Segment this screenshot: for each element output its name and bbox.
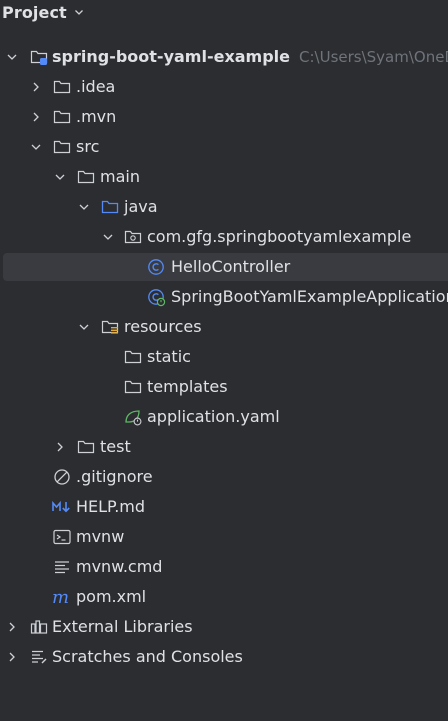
chevron-right-icon[interactable]	[29, 110, 43, 124]
tree-item-test[interactable]: test	[0, 432, 448, 462]
tree-item-idea[interactable]: .idea	[0, 72, 448, 102]
spring-yaml-icon	[123, 407, 143, 427]
tree-item-hello-controller[interactable]: HelloController	[0, 252, 448, 282]
tree-item-label: .idea	[76, 77, 116, 96]
folder-icon	[52, 137, 72, 157]
tree-item-label: HELP.md	[76, 497, 146, 516]
spring-boot-class-icon	[146, 287, 166, 307]
chevron-down-icon[interactable]	[53, 170, 67, 184]
module-folder-icon	[29, 47, 49, 67]
chevron-down-icon[interactable]	[73, 6, 85, 18]
tree-item-label: External Libraries	[52, 617, 193, 636]
tree-item-label: spring-boot-yaml-example C:\Users\Syam\On…	[52, 47, 448, 67]
tree-item-src[interactable]: src	[0, 132, 448, 162]
source-folder-icon	[100, 197, 120, 217]
root-module-name: spring-boot-yaml-example	[52, 47, 291, 66]
chevron-right-icon[interactable]	[5, 620, 19, 634]
tree-item-scratches[interactable]: Scratches and Consoles	[0, 642, 448, 672]
package-icon	[123, 227, 143, 247]
panel-title: Project	[2, 2, 67, 22]
tree-item-label: templates	[147, 377, 228, 396]
scratches-icon	[29, 647, 49, 667]
tree-item-root-module[interactable]: spring-boot-yaml-example C:\Users\Syam\On…	[0, 42, 448, 72]
chevron-right-icon[interactable]	[29, 80, 43, 94]
tree-item-label: application.yaml	[147, 407, 280, 426]
folder-icon	[76, 437, 96, 457]
gitignore-icon	[52, 467, 72, 487]
chevron-down-icon[interactable]	[29, 140, 43, 154]
folder-icon	[52, 107, 72, 127]
tree-item-static[interactable]: static	[0, 342, 448, 372]
tree-item-label: mvnw	[76, 527, 125, 546]
chevron-down-icon[interactable]	[77, 320, 91, 334]
tree-item-label: src	[76, 137, 100, 156]
project-tool-window: Project spring-boot-yaml-example C:\Users…	[0, 0, 448, 721]
shell-script-icon	[52, 527, 72, 547]
folder-icon	[52, 77, 72, 97]
tree-item-mvn[interactable]: .mvn	[0, 102, 448, 132]
tree-item-label: mvnw.cmd	[76, 557, 163, 576]
tree-item-label: SpringBootYamlExampleApplication	[171, 287, 448, 306]
tree-item-mvnw[interactable]: mvnw	[0, 522, 448, 552]
libraries-icon	[29, 617, 49, 637]
resources-folder-icon	[100, 317, 120, 337]
chevron-right-icon[interactable]	[53, 440, 67, 454]
tree-item-label: java	[124, 197, 158, 216]
tree-item-main[interactable]: main	[0, 162, 448, 192]
tree-item-java[interactable]: java	[0, 192, 448, 222]
text-file-icon	[52, 557, 72, 577]
maven-icon: m	[52, 587, 72, 607]
folder-icon	[123, 347, 143, 367]
root-module-path: C:\Users\Syam\OneD	[299, 48, 448, 66]
tree-item-templates[interactable]: templates	[0, 372, 448, 402]
tree-item-label: .mvn	[76, 107, 117, 126]
tree-item-label: pom.xml	[76, 587, 147, 606]
tree-item-label: .gitignore	[76, 467, 153, 486]
tree-item-external-libraries[interactable]: External Libraries	[0, 612, 448, 642]
project-panel-header[interactable]: Project	[0, 0, 448, 24]
tree-item-label: resources	[124, 317, 202, 336]
tree-item-label: test	[100, 437, 131, 456]
folder-icon	[76, 167, 96, 187]
tree-item-label: static	[147, 347, 191, 366]
folder-icon	[123, 377, 143, 397]
tree-item-label: HelloController	[171, 257, 291, 276]
tree-item-application-class[interactable]: SpringBootYamlExampleApplication	[0, 282, 448, 312]
markdown-icon	[52, 497, 72, 517]
tree-item-package[interactable]: com.gfg.springbootyamlexample	[0, 222, 448, 252]
project-tree: spring-boot-yaml-example C:\Users\Syam\On…	[0, 42, 448, 672]
tree-item-gitignore[interactable]: .gitignore	[0, 462, 448, 492]
tree-item-pom-xml[interactable]: m pom.xml	[0, 582, 448, 612]
tree-item-label: com.gfg.springbootyamlexample	[147, 227, 412, 246]
chevron-down-icon[interactable]	[101, 230, 115, 244]
tree-item-label: Scratches and Consoles	[52, 647, 243, 666]
chevron-down-icon[interactable]	[77, 200, 91, 214]
tree-item-mvnw-cmd[interactable]: mvnw.cmd	[0, 552, 448, 582]
tree-item-resources[interactable]: resources	[0, 312, 448, 342]
chevron-right-icon[interactable]	[5, 650, 19, 664]
tree-item-help-md[interactable]: HELP.md	[0, 492, 448, 522]
svg-text:m: m	[52, 587, 69, 607]
tree-item-label: main	[100, 167, 140, 186]
chevron-down-icon[interactable]	[5, 50, 19, 64]
tree-item-application-yaml[interactable]: application.yaml	[0, 402, 448, 432]
class-icon	[146, 257, 166, 277]
